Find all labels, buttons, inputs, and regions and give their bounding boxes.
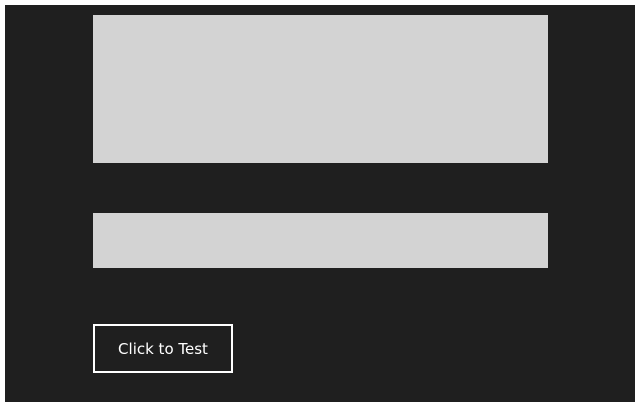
multiline-text-area[interactable] [93,15,548,163]
click-to-test-button[interactable]: Click to Test [93,324,233,373]
click-to-test-button-label: Click to Test [118,339,208,358]
single-line-text-box[interactable] [93,213,548,268]
app-window: Click to Test [5,5,635,402]
